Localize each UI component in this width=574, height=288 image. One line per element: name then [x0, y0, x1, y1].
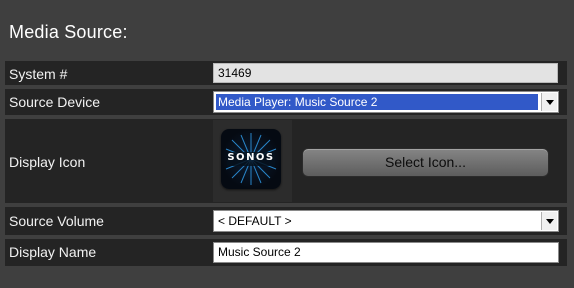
source-volume-label: Source Volume [9, 213, 104, 229]
source-device-label: Source Device [9, 94, 101, 110]
chevron-down-icon[interactable] [541, 93, 557, 111]
panel-title: Media Source: [9, 22, 128, 42]
system-number-row: System # 31469 [5, 61, 567, 85]
icon-preview: SONOS [213, 120, 292, 202]
source-volume-select[interactable]: < DEFAULT > [213, 210, 559, 232]
media-source-panel: Media Source: System # 31469 Source Devi… [0, 0, 574, 288]
display-icon-label: Display Icon [9, 154, 86, 170]
display-name-row: Display Name Music Source 2 [5, 239, 567, 266]
display-name-label: Display Name [9, 244, 97, 260]
system-number-field: 31469 [213, 63, 558, 83]
display-icon-row: Display Icon SONOS Select Icon... [5, 119, 567, 203]
source-device-value: Media Player: Music Source 2 [216, 94, 538, 110]
chevron-down-icon[interactable] [541, 212, 557, 230]
source-volume-row: Source Volume < DEFAULT > [5, 207, 567, 235]
source-device-row: Source Device Media Player: Music Source… [5, 89, 567, 115]
sonos-icon-text: SONOS [227, 152, 275, 163]
sonos-icon: SONOS [221, 129, 281, 189]
display-name-input[interactable]: Music Source 2 [213, 242, 559, 263]
source-volume-value: < DEFAULT > [218, 214, 292, 228]
system-number-label: System # [9, 66, 68, 82]
source-device-select[interactable]: Media Player: Music Source 2 [213, 91, 559, 113]
select-icon-button[interactable]: Select Icon... [302, 148, 549, 177]
